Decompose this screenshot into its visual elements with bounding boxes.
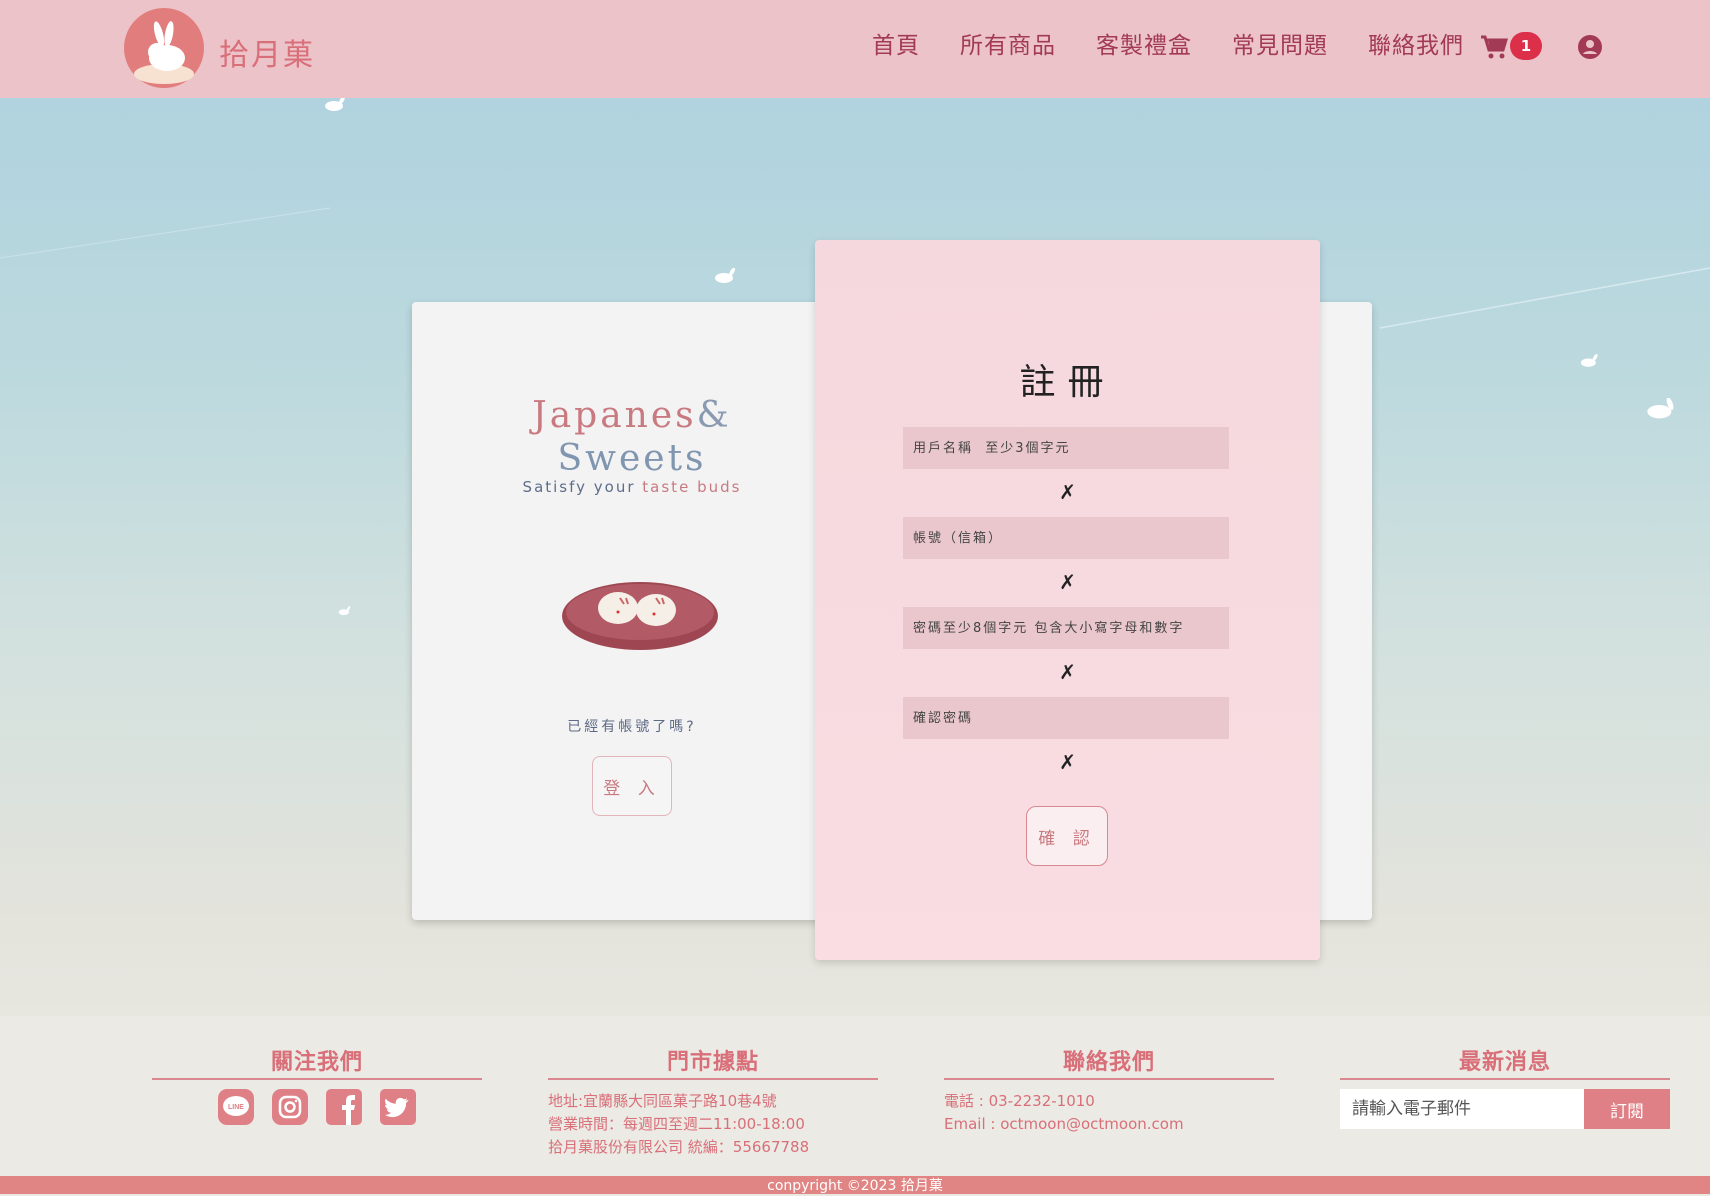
copyright-bar: conpyright ©2023 拾月菓 [0,1176,1710,1194]
footer-contact-section: 聯絡我們 電話 : 03-2232-1010 Email : octmoon@o… [944,1044,1274,1136]
confirm-password-input[interactable] [903,697,1229,739]
rabbit-icon [338,606,351,616]
email-account-input[interactable] [903,517,1229,559]
rabbit-icon [1580,354,1598,367]
tagline-part-2: taste buds [642,478,742,496]
user-account-icon[interactable] [1578,35,1602,59]
cart-button[interactable]: 1 [1480,32,1544,64]
nav-contact[interactable]: 聯絡我們 [1368,28,1464,64]
footer: 關注我們 LINE 門市據點 地址:宜蘭縣大同區菓子路10巷4號 營業時間：每週… [0,1016,1710,1176]
contact-phone: 電話 : 03-2232-1010 [944,1092,1095,1110]
password-input[interactable] [903,607,1229,649]
facebook-icon[interactable] [325,1088,363,1126]
logo[interactable]: 拾月菓 [119,8,329,88]
main-nav: 首頁 所有商品 客製禮盒 常見問題 聯絡我們 [872,28,1504,64]
svg-text:LINE: LINE [228,1104,244,1111]
follow-title: 關注我們 [152,1044,482,1080]
store-company: 拾月菓股份有限公司 統編：55667788 [548,1138,810,1156]
tagline-part-1: Satisfy your [522,478,636,496]
register-card: 註冊 ✗ ✗ ✗ ✗ 確 認 [815,240,1320,960]
username-error-mark: ✗ [1059,480,1076,504]
confirm-register-button[interactable]: 確 認 [1026,806,1108,866]
contact-email: Email : octmoon@octmoon.com [944,1115,1184,1133]
nav-custom-gift-box[interactable]: 客製禮盒 [1096,28,1192,64]
rabbit-sweets-dish-image [562,582,718,650]
store-hours: 營業時間：每週四至週二11:00-18:00 [548,1115,805,1133]
login-button[interactable]: 登 入 [592,756,672,816]
contact-title: 聯絡我們 [944,1044,1274,1080]
nav-all-products[interactable]: 所有商品 [960,28,1056,64]
brand-sweets: Sweets [557,438,707,479]
footer-news-section: 最新消息 訂閱 [1340,1044,1670,1129]
brand-line-1: Japanes& [412,396,852,436]
brand-ampersand: & [696,395,732,436]
store-title: 門市據點 [548,1044,878,1080]
subscribe-form: 訂閱 [1340,1089,1670,1129]
rabbit-icon [715,268,736,283]
nav-faq[interactable]: 常見問題 [1232,28,1328,64]
line-icon[interactable]: LINE [217,1088,255,1126]
store-address: 地址:宜蘭縣大同區菓子路10巷4號 [548,1092,777,1110]
news-title: 最新消息 [1340,1044,1670,1080]
instagram-icon[interactable] [271,1088,309,1126]
brand-japanese: Japanes [532,395,697,436]
confirm-password-error-mark: ✗ [1059,750,1076,774]
social-links: LINE [152,1088,482,1126]
password-error-mark: ✗ [1059,660,1076,684]
rabbit-icon [1647,398,1674,419]
register-title: 註冊 [1019,362,1116,403]
header: 拾月菓 首頁 所有商品 客製禮盒 常見問題 聯絡我們 1 [0,0,1710,98]
cart-icon [1481,35,1508,59]
newsletter-email-input[interactable] [1340,1089,1584,1129]
rabbit-icon [325,96,346,111]
cart-count-badge: 1 [1510,32,1542,60]
subscribe-button[interactable]: 訂閱 [1584,1089,1670,1129]
username-input[interactable] [903,427,1229,469]
account-error-mark: ✗ [1059,570,1076,594]
brand-tagline: Satisfy your taste buds [412,478,852,496]
have-account-text: 已經有帳號了嗎? [567,719,697,735]
footer-store-section: 門市據點 地址:宜蘭縣大同區菓子路10巷4號 營業時間：每週四至週二11:00-… [548,1044,878,1159]
footer-follow-section: 關注我們 LINE [152,1044,482,1126]
logo-text: 拾月菓 [219,38,315,73]
nav-home[interactable]: 首頁 [872,28,920,64]
twitter-icon[interactable] [379,1088,417,1126]
